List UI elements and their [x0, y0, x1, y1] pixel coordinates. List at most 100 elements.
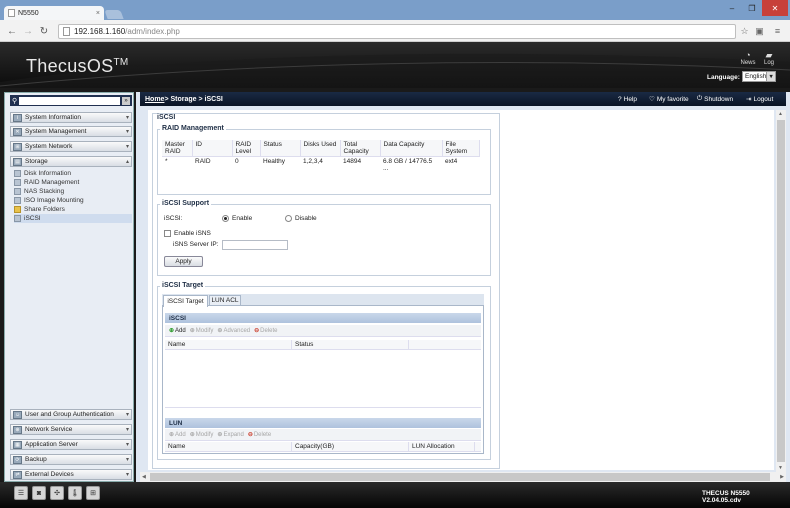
enable-radio[interactable]: Enable: [222, 215, 252, 222]
browser-tab[interactable]: N5550 ×: [4, 6, 104, 20]
horizontal-scrollbar[interactable]: ◀ ▶: [140, 472, 786, 482]
reload-icon[interactable]: ↻: [38, 24, 50, 38]
sidebar-category-system-network[interactable]: ⊞ System Network ▾: [10, 141, 132, 152]
network-map-icon[interactable]: ⊞: [86, 486, 100, 500]
col-name: Name: [165, 340, 292, 349]
language-select[interactable]: English ▾: [742, 71, 776, 82]
folder-icon: [14, 206, 21, 213]
sidebar-category-system-management[interactable]: ✕ System Management ▾: [10, 126, 132, 137]
sidebar-item-disk-information[interactable]: Disk Information: [14, 169, 132, 178]
usb-icon: ⇌: [13, 470, 22, 479]
sidebar-category-backup[interactable]: ⟳ Backup ▾: [10, 454, 132, 465]
bottom-taskbar: [0, 482, 790, 508]
sidebar-item-iscsi[interactable]: iSCSI: [14, 214, 132, 223]
star-icon[interactable]: ☆: [739, 25, 750, 37]
modify-button[interactable]: ⊕ Modify: [190, 327, 214, 335]
sidebar-category-storage[interactable]: ▤ Storage ▴: [10, 156, 132, 167]
lun-delete-button[interactable]: ⊖ Delete: [248, 431, 271, 439]
search-button[interactable]: »: [122, 96, 130, 105]
forward-arrow-icon[interactable]: →: [22, 24, 34, 38]
table-row[interactable]: * RAID 0 Healthy 1,2,3,4 14894 6.8 GB / …: [162, 157, 480, 174]
help-link[interactable]: ? Help: [618, 92, 637, 106]
sidebar-category-external-devices[interactable]: ⇌ External Devices ▾: [10, 469, 132, 480]
close-window-button[interactable]: ✕: [762, 0, 788, 16]
col-file-system: File System: [442, 140, 480, 157]
chevron-up-icon: ▴: [125, 159, 129, 165]
menu-icon[interactable]: ≡: [772, 25, 783, 37]
search-icon: ⚲: [12, 97, 18, 105]
scroll-up-icon: ▲: [778, 111, 783, 117]
delete-button[interactable]: ⊖ Delete: [254, 327, 277, 335]
breadcrumb-home-link[interactable]: Home: [145, 96, 164, 103]
fan-icon[interactable]: ✣: [50, 486, 64, 500]
isns-server-ip-input[interactable]: [222, 240, 288, 250]
disk-icon: [14, 170, 21, 177]
category-label: System Management: [25, 128, 87, 135]
extension-icon[interactable]: ▣: [754, 25, 765, 37]
maximize-button[interactable]: ❐: [742, 0, 762, 16]
sidebar-category-application-server[interactable]: ▦ Application Server ▾: [10, 439, 132, 450]
advanced-button[interactable]: ⊕ Advanced: [217, 327, 250, 335]
logout-link[interactable]: ⇥ Logout: [746, 92, 773, 106]
enable-isns-label: Enable iSNS: [174, 230, 211, 237]
power-icon: ⏻: [697, 95, 703, 102]
language-value: English: [745, 73, 767, 80]
tab-lun-acl[interactable]: LUN ACL: [209, 295, 241, 306]
raid-table: Master RAID ID RAID Level Status Disks U…: [162, 140, 480, 173]
enable-isns-checkbox[interactable]: Enable iSNS: [164, 230, 211, 237]
add-label: Add: [175, 327, 186, 334]
iscsi-list[interactable]: [165, 350, 481, 408]
shutdown-label: Shutdown: [704, 95, 734, 103]
cell-data-capacity: 6.8 GB / 14776.5 ...: [383, 158, 433, 172]
scroll-thumb[interactable]: [150, 473, 770, 481]
logout-icon: ⇥: [746, 96, 752, 103]
url-host: 192.168.1.160: [74, 27, 126, 36]
address-bar[interactable]: 192.168.1.160/adm/index.php: [58, 24, 736, 39]
log-button[interactable]: ▰ Log: [759, 50, 779, 66]
add-button[interactable]: ⊕ Add: [169, 327, 186, 335]
sidebar-item-iso-image-mounting[interactable]: ISO Image Mounting: [14, 196, 132, 205]
delete-icon: ⊖: [254, 328, 260, 334]
radio-indicator: [222, 215, 229, 222]
disable-label: Disable: [295, 215, 317, 222]
iscsi-label: iSCSI:: [164, 215, 183, 222]
lun-add-button[interactable]: ⊕ Add: [169, 431, 186, 439]
temperature-icon[interactable]: 🌡: [68, 486, 82, 500]
search-input[interactable]: [19, 96, 120, 105]
chevron-down-icon: ▾: [766, 72, 775, 81]
iscsi-icon: [14, 215, 21, 222]
item-label: iSCSI: [24, 215, 41, 222]
sidebar-item-nas-stacking[interactable]: NAS Stacking: [14, 187, 132, 196]
tab-iscsi-target[interactable]: iSCSI Target: [163, 295, 208, 307]
minimize-button[interactable]: –: [722, 0, 742, 16]
disable-radio[interactable]: Disable: [285, 215, 317, 222]
heart-icon: ♡: [649, 96, 655, 103]
vertical-scrollbar[interactable]: ▲ ▼: [776, 110, 786, 472]
lun-list-header: Name Capacity(GB) LUN Allocation: [165, 442, 481, 452]
new-tab-button[interactable]: [104, 10, 124, 19]
col-raid-level: RAID Level: [232, 140, 261, 157]
list-icon[interactable]: ☰: [14, 486, 28, 500]
lun-modify-button[interactable]: ⊕ Modify: [190, 431, 214, 439]
storage-icon: ▤: [13, 157, 22, 166]
cell-disks-used: 1,2,3,4: [303, 158, 323, 165]
shutdown-link[interactable]: ⏻ Shutdown: [697, 92, 733, 106]
category-label: External Devices: [25, 471, 74, 478]
tab-close-icon[interactable]: ×: [96, 10, 100, 17]
lun-expand-button[interactable]: ⊕ Expand: [217, 431, 243, 439]
breadcrumb-path: > Storage > iSCSI: [164, 95, 223, 103]
item-label: Share Folders: [24, 206, 65, 213]
back-arrow-icon[interactable]: ←: [6, 24, 18, 38]
scroll-thumb[interactable]: [777, 120, 785, 462]
camera-icon[interactable]: ◙: [32, 486, 46, 500]
news-button[interactable]: ◔ News: [738, 50, 758, 66]
my-favorite-link[interactable]: ♡ My favorite: [649, 92, 689, 106]
sidebar-category-system-information[interactable]: i System Information ▾: [10, 112, 132, 123]
category-label: Storage: [25, 158, 48, 165]
sidebar-item-raid-management[interactable]: RAID Management: [14, 178, 132, 187]
apply-button[interactable]: Apply: [164, 256, 203, 267]
sidebar-category-user-and-group-authentication[interactable]: ☺ User and Group Authentication ▾: [10, 409, 132, 420]
sidebar-category-network-service[interactable]: ⊕ Network Service ▾: [10, 424, 132, 435]
sidebar-item-share-folders[interactable]: Share Folders: [14, 205, 132, 214]
category-label: Network Service: [25, 426, 73, 433]
